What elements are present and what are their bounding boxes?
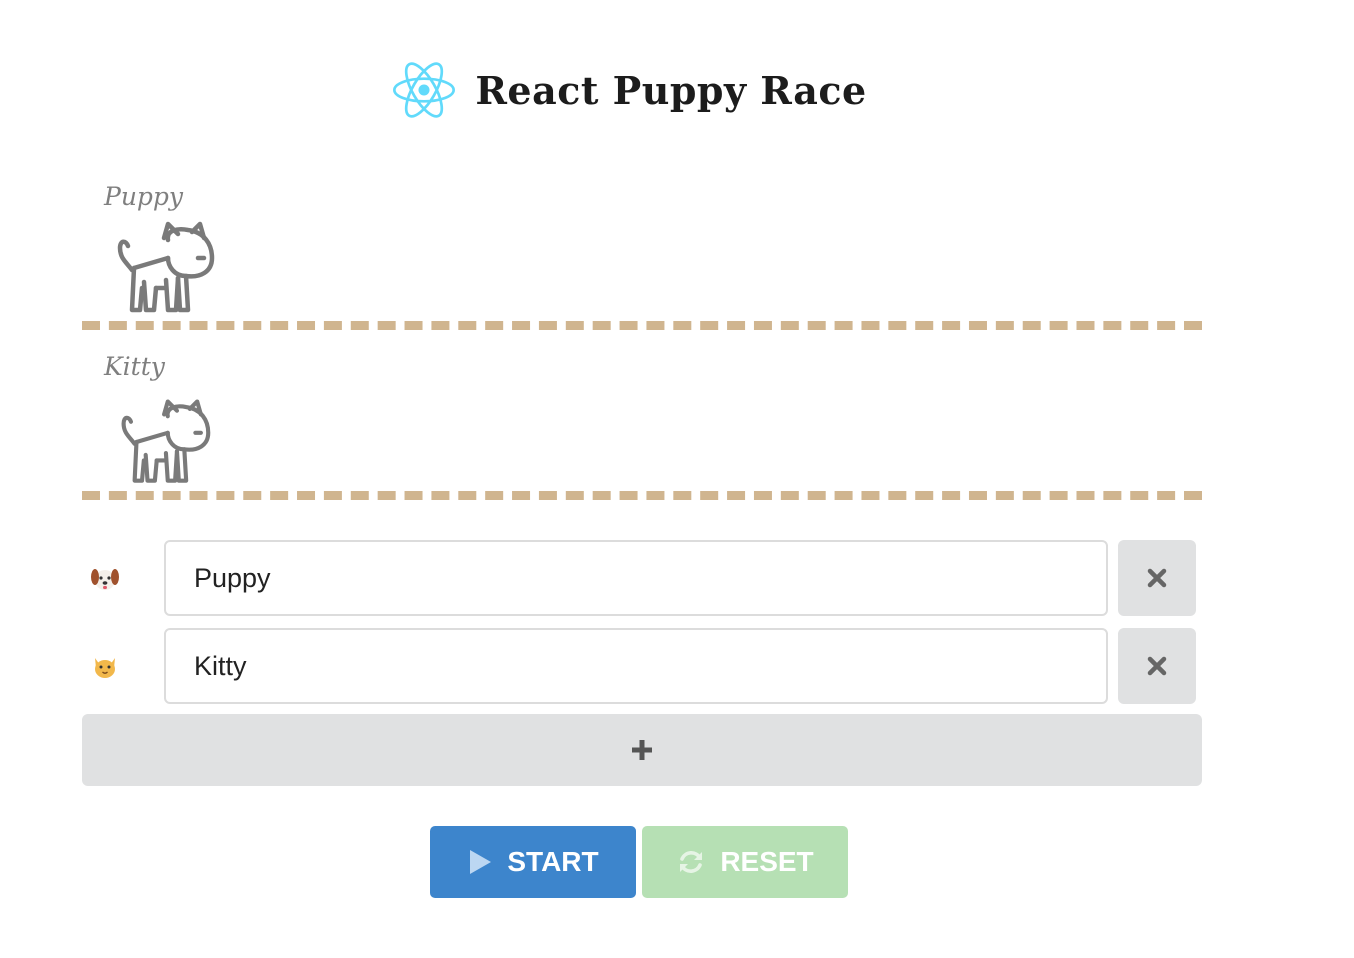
remove-racer-button[interactable] xyxy=(1118,628,1196,704)
cat-face-icon xyxy=(95,658,115,678)
refresh-icon xyxy=(680,851,703,873)
start-button-label: START xyxy=(507,846,599,877)
reset-button-label: RESET xyxy=(720,846,814,877)
entry-row-kitty xyxy=(82,628,1202,704)
close-icon xyxy=(1147,656,1167,676)
play-icon xyxy=(470,850,492,874)
pet-outline-icon xyxy=(121,399,211,483)
close-icon xyxy=(1147,568,1167,588)
add-racer-button[interactable] xyxy=(82,714,1202,786)
react-logo-icon xyxy=(393,62,456,118)
dog-face-icon xyxy=(91,569,119,590)
track-line xyxy=(82,321,1202,330)
racer-name-input[interactable] xyxy=(164,540,1108,616)
remove-racer-button[interactable] xyxy=(1118,540,1196,616)
track-line xyxy=(82,491,1202,500)
racer-name-input[interactable] xyxy=(164,628,1108,704)
lane-label: Kitty xyxy=(104,352,165,381)
pet-outline-icon xyxy=(117,221,215,313)
entry-row-puppy xyxy=(82,540,1202,616)
race-lane-kitty: Kitty xyxy=(82,350,1202,500)
start-button[interactable]: START xyxy=(430,826,636,898)
app-header: React Puppy Race xyxy=(0,52,1260,128)
plus-icon xyxy=(632,740,652,760)
lane-label: Puppy xyxy=(104,182,184,211)
race-lane-puppy: Puppy xyxy=(82,180,1202,330)
page-title: React Puppy Race xyxy=(475,67,867,113)
reset-button[interactable]: RESET xyxy=(642,826,848,898)
